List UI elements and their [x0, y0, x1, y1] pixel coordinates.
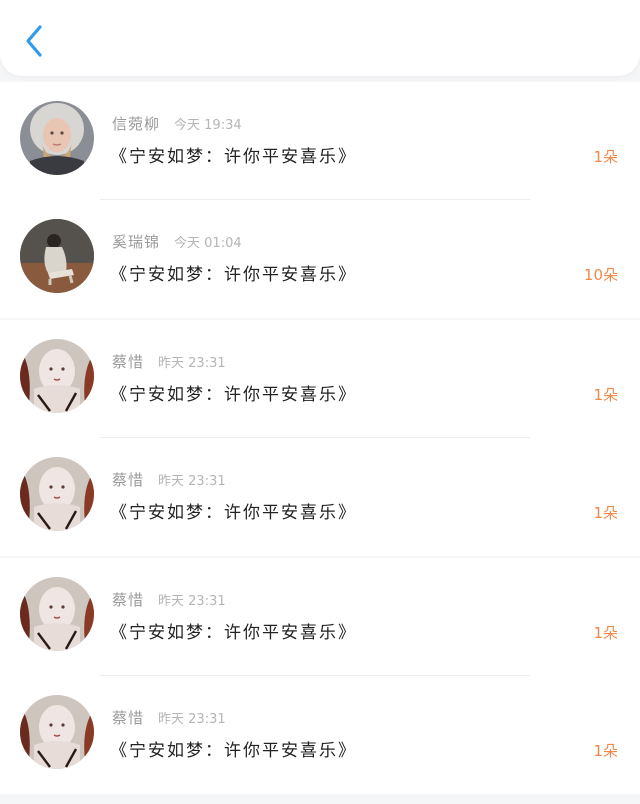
book-title: 《宁安如梦：许你平安喜乐》	[110, 147, 357, 167]
avatar-image-art-portrait	[20, 577, 94, 651]
send-time: 昨天 23:31	[158, 474, 226, 489]
avatar[interactable]	[20, 695, 94, 769]
avatar-image-art-portrait	[20, 339, 94, 413]
avatar-image-art-portrait	[20, 695, 94, 769]
top-bar	[0, 0, 640, 76]
gift-count: 1朵	[593, 742, 618, 760]
list-item[interactable]: 蔡惜 昨天 23:31 《宁安如梦：许你平安喜乐》 1朵	[0, 558, 640, 676]
sender-name: 信菀柳 今天 19:34	[112, 115, 242, 133]
send-time: 今天 01:04	[174, 236, 242, 251]
sender-name: 蔡惜 昨天 23:31	[112, 591, 226, 609]
list-item[interactable]: 蔡惜 昨天 23:31 《宁安如梦：许你平安喜乐》 1朵	[0, 676, 640, 794]
gift-count: 1朵	[593, 624, 618, 642]
send-time: 昨天 23:31	[158, 594, 226, 609]
send-time: 昨天 23:31	[158, 712, 226, 727]
book-title: 《宁安如梦：许你平安喜乐》	[110, 741, 357, 761]
sender-name: 蔡惜 昨天 23:31	[112, 353, 226, 371]
book-title: 《宁安如梦：许你平安喜乐》	[110, 503, 357, 523]
avatar[interactable]	[20, 339, 94, 413]
gift-list: 信菀柳 今天 19:34 《宁安如梦：许你平安喜乐》 1朵 奚瑞锦 今天 01:04…	[0, 82, 640, 794]
avatar-image-art-portrait	[20, 457, 94, 531]
list-item[interactable]: 蔡惜 昨天 23:31 《宁安如梦：许你平安喜乐》 1朵	[0, 320, 640, 438]
list-item[interactable]: 信菀柳 今天 19:34 《宁安如梦：许你平安喜乐》 1朵	[0, 82, 640, 200]
list-item[interactable]: 奚瑞锦 今天 01:04 《宁安如梦：许你平安喜乐》 10朵	[0, 200, 640, 318]
avatar[interactable]	[20, 577, 94, 651]
list-item[interactable]: 蔡惜 昨天 23:31 《宁安如梦：许你平安喜乐》 1朵	[0, 438, 640, 556]
back-button[interactable]	[22, 24, 48, 58]
send-time: 昨天 23:31	[158, 356, 226, 371]
avatar[interactable]	[20, 219, 94, 293]
avatar[interactable]	[20, 457, 94, 531]
send-time: 今天 19:34	[174, 118, 242, 133]
chevron-left-icon	[26, 25, 42, 57]
gift-count: 1朵	[593, 504, 618, 522]
sender-name: 奚瑞锦 今天 01:04	[112, 233, 242, 251]
book-title: 《宁安如梦：许你平安喜乐》	[110, 385, 357, 405]
avatar[interactable]	[20, 101, 94, 175]
gift-count: 10朵	[583, 266, 618, 284]
book-title: 《宁安如梦：许你平安喜乐》	[110, 623, 357, 643]
avatar-image-sitting-girl	[20, 219, 94, 293]
book-title: 《宁安如梦：许你平安喜乐》	[110, 265, 357, 285]
avatar-image-girl-hood	[20, 101, 94, 175]
sender-name: 蔡惜 昨天 23:31	[112, 471, 226, 489]
sender-name: 蔡惜 昨天 23:31	[112, 709, 226, 727]
gift-count: 1朵	[593, 148, 618, 166]
gift-count: 1朵	[593, 386, 618, 404]
